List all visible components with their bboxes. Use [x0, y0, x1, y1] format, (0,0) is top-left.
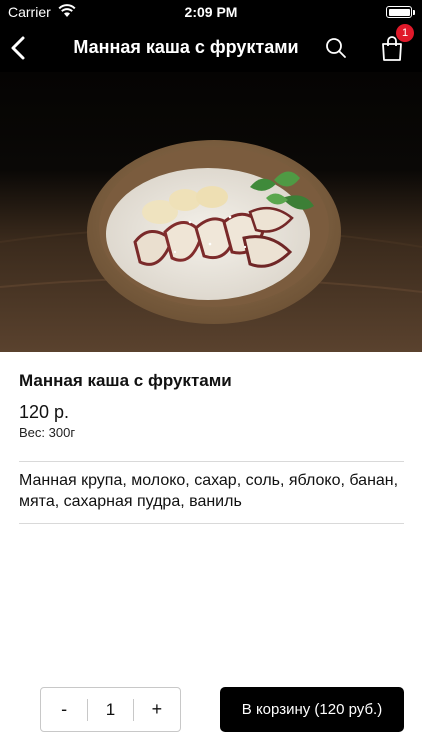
product-description: Манная крупа, молоко, сахар, соль, яблок…	[19, 472, 399, 510]
quantity-stepper: - 1 +	[40, 687, 181, 732]
divider	[19, 523, 404, 524]
cart-count-badge: 1	[396, 24, 414, 42]
product-price: 120 р.	[19, 402, 70, 422]
search-icon[interactable]	[324, 36, 348, 60]
status-time: 2:09 PM	[184, 4, 238, 20]
quantity-value: 1	[87, 698, 134, 721]
product-weight: Вес: 300г	[19, 425, 76, 440]
product-name: Манная каша с фруктами	[19, 371, 232, 390]
decrease-quantity-button[interactable]: -	[41, 688, 87, 731]
back-chevron-icon[interactable]	[6, 34, 32, 62]
battery-icon	[386, 6, 415, 18]
increase-quantity-button[interactable]: +	[134, 688, 180, 731]
navigation-bar: Манная каша с фруктами 1	[0, 24, 422, 72]
divider	[19, 461, 404, 462]
page-title: Манная каша с фруктами	[73, 37, 299, 57]
add-to-cart-button[interactable]: В корзину (120 руб.)	[220, 687, 404, 732]
status-bar: Carrier 2:09 PM	[0, 0, 422, 24]
product-image	[0, 72, 422, 352]
